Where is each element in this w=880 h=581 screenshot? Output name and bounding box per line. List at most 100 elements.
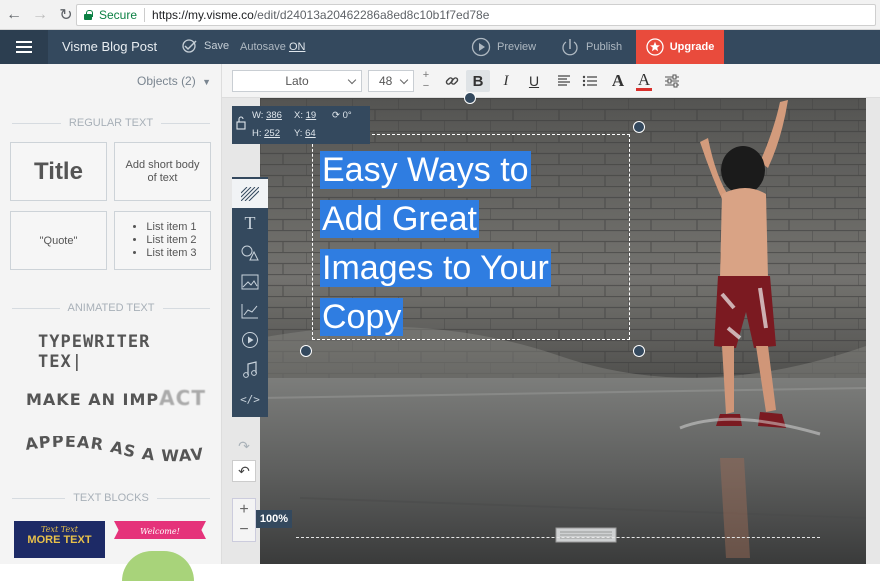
- address-bar[interactable]: Secure https://my.visme.co /edit/d24013a…: [76, 4, 876, 26]
- objects-dropdown[interactable]: Objects (2) ▼: [137, 74, 211, 88]
- font-size-value: 48: [379, 74, 393, 88]
- upgrade-button[interactable]: Upgrade: [636, 30, 724, 64]
- chevron-down-icon: [399, 75, 409, 85]
- save-button[interactable]: Save: [180, 39, 229, 53]
- zoom-in-icon[interactable]: +: [233, 500, 255, 520]
- publish-button[interactable]: Publish: [560, 37, 622, 57]
- title-tile[interactable]: Title: [10, 142, 107, 201]
- bullet-list-icon: [582, 75, 597, 87]
- play-circle-icon: [471, 37, 491, 57]
- font-size-dropdown[interactable]: 48: [368, 70, 414, 92]
- chart-icon: [241, 303, 258, 318]
- list-tile-item: List item 2: [146, 234, 196, 247]
- chart-tool[interactable]: [232, 296, 268, 325]
- regular-text-heading: REGULAR TEXT: [12, 117, 210, 129]
- italic-label: I: [503, 72, 509, 89]
- underline-button[interactable]: U: [522, 70, 546, 92]
- resize-handle-bottom-left[interactable]: [300, 345, 312, 357]
- left-panel: Objects (2) ▼ REGULAR TEXT Title Add sho…: [0, 64, 222, 581]
- font-color-label: A: [637, 69, 651, 89]
- resize-handle-bottom-right[interactable]: [633, 345, 645, 357]
- text-blocks-heading: TEXT BLOCKS: [12, 492, 210, 504]
- text-block-3[interactable]: [122, 551, 194, 581]
- redo-icon[interactable]: ↷: [234, 438, 254, 458]
- italic-button[interactable]: I: [494, 70, 518, 92]
- headline-line: Add Great: [320, 200, 479, 238]
- headline-text[interactable]: Easy Ways to Add Great Images to Your Co…: [320, 146, 630, 342]
- caret-down-icon: ▼: [202, 77, 211, 87]
- menu-icon[interactable]: [0, 30, 48, 64]
- text-block-2-label: Welcome!: [140, 527, 180, 536]
- align-left-icon: [558, 75, 570, 86]
- music-note-icon: [243, 360, 257, 378]
- decrease-size-icon[interactable]: −: [423, 81, 429, 92]
- undo-icon[interactable]: ↶: [232, 460, 256, 482]
- image-icon: [241, 274, 259, 289]
- text-toolbar: Lato 48 + − B I U A A: [222, 64, 880, 98]
- font-color-button[interactable]: A: [632, 70, 656, 92]
- star-circle-icon: [646, 38, 664, 56]
- video-tool[interactable]: [232, 325, 268, 354]
- project-title[interactable]: Visme Blog Post: [62, 39, 157, 54]
- text-block-2[interactable]: Welcome!: [114, 521, 206, 539]
- divider: [144, 8, 146, 22]
- code-icon: </>: [240, 393, 260, 406]
- canvas-bottom-guide: [296, 537, 820, 538]
- zoom-out-icon[interactable]: −: [233, 520, 255, 540]
- impact-animation-tile[interactable]: MAKE AN IMPACT: [26, 386, 216, 410]
- forward-arrow-icon[interactable]: →: [28, 3, 52, 27]
- typewriter-animation-tile[interactable]: TYPEWRITER TEX|: [38, 332, 198, 372]
- font-size-stepper[interactable]: + −: [420, 68, 432, 94]
- text-pattern-tool[interactable]: [232, 179, 268, 208]
- chevron-down-icon: [347, 75, 357, 85]
- list-tile[interactable]: List item 1 List item 2 List item 3: [114, 211, 211, 270]
- text-block-1[interactable]: Text Text MORE TEXT: [14, 521, 105, 558]
- image-tool[interactable]: [232, 267, 268, 296]
- title-tile-label: Title: [34, 157, 83, 185]
- link-icon: [445, 77, 459, 85]
- text-tool[interactable]: T: [232, 209, 268, 238]
- text-settings-button[interactable]: [660, 70, 684, 92]
- embed-code-tool[interactable]: </>: [232, 385, 268, 414]
- zoom-level: 100%: [256, 510, 292, 528]
- back-arrow-icon[interactable]: ←: [2, 3, 26, 27]
- svg-text:APPEAR AS A WAVE: APPEAR AS A WAVE: [24, 436, 205, 465]
- typewriter-label: TYPEWRITER TEX: [38, 332, 151, 372]
- list-tile-item: List item 3: [146, 247, 196, 260]
- sliders-icon: [665, 74, 679, 88]
- rotation-readout: ⟳ 0°: [332, 110, 352, 121]
- short-body-tile[interactable]: Add short body of text: [114, 142, 211, 201]
- wave-text-graphic: APPEAR AS A WAVE: [18, 421, 205, 465]
- font-family-dropdown[interactable]: Lato: [232, 70, 362, 92]
- preview-button[interactable]: Preview: [471, 37, 536, 57]
- publish-label: Publish: [586, 41, 623, 53]
- reload-icon[interactable]: ↻: [54, 3, 78, 27]
- animated-text-heading: ANIMATED TEXT: [12, 302, 210, 314]
- headline-line: Copy: [320, 298, 404, 336]
- y-readout: Y: 64: [294, 128, 316, 139]
- list-tile-item: List item 1: [146, 221, 196, 234]
- wave-animation-tile[interactable]: APPEAR AS A WAVE: [18, 421, 214, 476]
- rotate-handle[interactable]: [464, 92, 476, 104]
- text-style-button[interactable]: A: [606, 70, 630, 92]
- hatch-icon: [241, 186, 259, 201]
- autosave-toggle[interactable]: Autosave ON: [240, 41, 305, 53]
- underline-label: U: [528, 73, 540, 89]
- shapes-tool[interactable]: [232, 238, 268, 267]
- bold-button[interactable]: B: [466, 70, 490, 92]
- text-tool-icon: T: [244, 213, 256, 233]
- secure-label: Secure: [99, 8, 138, 22]
- impact-label: MAKE AN IMP: [26, 390, 160, 409]
- align-button[interactable]: [552, 70, 576, 92]
- bullet-list-button[interactable]: [578, 70, 602, 92]
- quote-tile[interactable]: "Quote": [10, 211, 107, 270]
- resize-handle-top-right[interactable]: [633, 121, 645, 133]
- link-button[interactable]: [440, 70, 464, 92]
- text-block-1-bottom: MORE TEXT: [27, 534, 92, 546]
- short-body-tile-label: Add short body of text: [125, 158, 200, 184]
- text-style-label: A: [611, 71, 625, 90]
- audio-tool[interactable]: [232, 355, 268, 384]
- lock-ratio-icon[interactable]: [236, 116, 246, 130]
- url-path: /edit/d24013a20462286a8ed8c10b1f7ed78e: [253, 8, 490, 22]
- objects-label: Objects (2): [137, 74, 196, 88]
